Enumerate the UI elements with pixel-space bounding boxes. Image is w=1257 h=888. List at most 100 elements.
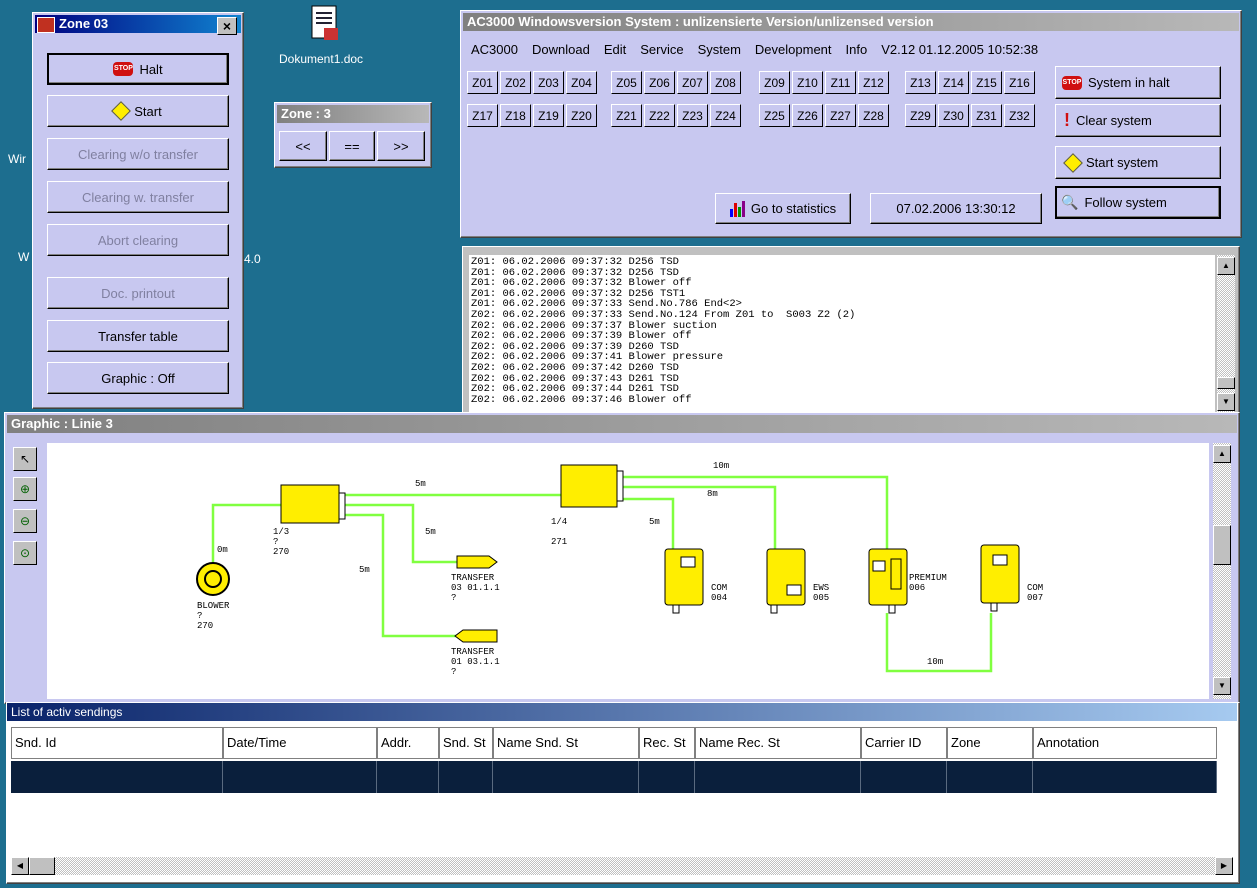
menu-ac3000[interactable]: AC3000 (471, 42, 518, 57)
scroll-down-icon[interactable]: ▼ (1213, 677, 1231, 695)
graphic-scrollbar[interactable] (1213, 443, 1231, 699)
scroll-thumb[interactable] (29, 857, 55, 875)
clearing-wo-transfer-button[interactable]: Clearing w/o transfer (47, 138, 229, 170)
scroll-up-icon[interactable]: ▲ (1213, 445, 1231, 463)
desktop-icon-document[interactable] (310, 4, 340, 44)
zone-button-z30[interactable]: Z30 (938, 104, 969, 127)
zone-button-z19[interactable]: Z19 (533, 104, 564, 127)
zone-prev-button[interactable]: << (279, 131, 327, 161)
version-text: V2.12 01.12.2005 10:52:38 (881, 42, 1039, 57)
close-icon[interactable]: × (217, 17, 237, 35)
diverter-label: 1/3 ? 270 (273, 527, 290, 557)
zone-button-z20[interactable]: Z20 (566, 104, 597, 127)
zone-button-z22[interactable]: Z22 (644, 104, 675, 127)
log-scrollbar[interactable] (1217, 255, 1235, 413)
column-header[interactable]: Name Rec. St (695, 727, 861, 759)
zone-button-z31[interactable]: Z31 (971, 104, 1002, 127)
scroll-thumb[interactable] (1213, 525, 1231, 565)
log-line: Z02: 06.02.2006 09:37:46 Blower off (471, 393, 692, 406)
start-system-button[interactable]: Start system (1055, 146, 1221, 179)
hscrollbar[interactable] (11, 857, 1231, 875)
abort-clearing-label: Abort clearing (97, 232, 179, 248)
main-window-titlebar[interactable]: AC3000 Windowsversion System : unlizensi… (463, 13, 1239, 31)
zone-button-z18[interactable]: Z18 (500, 104, 531, 127)
zone-button-z26[interactable]: Z26 (792, 104, 823, 127)
scroll-thumb[interactable] (1217, 377, 1235, 389)
zone-button-z07[interactable]: Z07 (677, 71, 708, 94)
zone-button-z15[interactable]: Z15 (971, 71, 1002, 94)
zone-button-z09[interactable]: Z09 (759, 71, 790, 94)
pointer-tool-icon[interactable]: ↖ (13, 447, 37, 471)
menu-system[interactable]: System (698, 42, 741, 57)
column-header[interactable]: Carrier ID (861, 727, 947, 759)
halt-button[interactable]: STOP Halt (47, 53, 229, 85)
column-header[interactable]: Annotation (1033, 727, 1217, 759)
scroll-up-icon[interactable]: ▲ (1217, 257, 1235, 275)
zone-button-z25[interactable]: Z25 (759, 104, 790, 127)
column-header[interactable]: Snd. St (439, 727, 493, 759)
zone-button-z01[interactable]: Z01 (467, 71, 498, 94)
scroll-left-icon[interactable]: ◀ (11, 857, 29, 875)
zoom-out-icon[interactable]: ⊖ (13, 509, 37, 533)
zoom-fit-icon[interactable]: ⊙ (13, 541, 37, 565)
zone-button-z05[interactable]: Z05 (611, 71, 642, 94)
graphic-canvas[interactable]: BLOWER ? 270 0m 1/3 ? 270 1/4 271 TRANSF… (47, 443, 1209, 699)
magnifier-icon: 🔍 (1061, 194, 1079, 210)
zone-button-z21[interactable]: Z21 (611, 104, 642, 127)
zone-panel-titlebar[interactable]: Zone 03 (35, 15, 241, 33)
zone-nav-titlebar[interactable]: Zone : 3 (277, 105, 429, 123)
clear-system-button[interactable]: ! Clear system (1055, 104, 1221, 137)
zone-button-z17[interactable]: Z17 (467, 104, 498, 127)
zone-button-z27[interactable]: Z27 (825, 104, 856, 127)
graphic-titlebar[interactable]: Graphic : Linie 3 (7, 415, 1237, 433)
transfer-table-button[interactable]: Transfer table (47, 320, 229, 352)
column-header[interactable]: Snd. Id (11, 727, 223, 759)
go-statistics-button[interactable]: Go to statistics (715, 193, 851, 224)
menu-service[interactable]: Service (640, 42, 683, 57)
desktop-icon-label: Dokument1.doc (279, 52, 364, 66)
abort-clearing-button[interactable]: Abort clearing (47, 224, 229, 256)
pipe-length-label: 5m (359, 565, 370, 575)
zone-button-z13[interactable]: Z13 (905, 71, 936, 94)
zone-button-z12[interactable]: Z12 (858, 71, 889, 94)
zone-button-z06[interactable]: Z06 (644, 71, 675, 94)
menu-info[interactable]: Info (846, 42, 868, 57)
zone-button-z14[interactable]: Z14 (938, 71, 969, 94)
zone-button-z02[interactable]: Z02 (500, 71, 531, 94)
zone-button-z28[interactable]: Z28 (858, 104, 889, 127)
follow-system-button[interactable]: 🔍 Follow system (1055, 186, 1221, 219)
zone-button-z10[interactable]: Z10 (792, 71, 823, 94)
zone-button-z32[interactable]: Z32 (1004, 104, 1035, 127)
pipe-length-label: 5m (649, 517, 660, 527)
scroll-right-icon[interactable]: ▶ (1215, 857, 1233, 875)
zone-button-z24[interactable]: Z24 (710, 104, 741, 127)
column-header[interactable]: Date/Time (223, 727, 377, 759)
zoom-in-icon[interactable]: ⊕ (13, 477, 37, 501)
sendings-title: List of activ sendings (11, 705, 123, 719)
table-row[interactable] (11, 761, 1217, 793)
graphic-toggle-button[interactable]: Graphic : Off (47, 362, 229, 394)
zone-eq-label: == (344, 138, 360, 154)
zone-eq-button[interactable]: == (329, 131, 375, 161)
zone-button-z03[interactable]: Z03 (533, 71, 564, 94)
zone-button-z08[interactable]: Z08 (710, 71, 741, 94)
menu-download[interactable]: Download (532, 42, 590, 57)
menu-development[interactable]: Development (755, 42, 832, 57)
zone-button-z04[interactable]: Z04 (566, 71, 597, 94)
pipe (619, 485, 777, 551)
doc-printout-button[interactable]: Doc. printout (47, 277, 229, 309)
menu-edit[interactable]: Edit (604, 42, 626, 57)
clearing-w-transfer-button[interactable]: Clearing w. transfer (47, 181, 229, 213)
column-header[interactable]: Rec. St (639, 727, 695, 759)
column-header[interactable]: Zone (947, 727, 1033, 759)
zone-button-z11[interactable]: Z11 (825, 71, 856, 94)
zone-button-z29[interactable]: Z29 (905, 104, 936, 127)
system-halt-button[interactable]: STOP System in halt (1055, 66, 1221, 99)
zone-next-button[interactable]: >> (377, 131, 425, 161)
zone-button-z16[interactable]: Z16 (1004, 71, 1035, 94)
scroll-down-icon[interactable]: ▼ (1217, 393, 1235, 411)
start-button[interactable]: Start (47, 95, 229, 127)
column-header[interactable]: Addr. (377, 727, 439, 759)
column-header[interactable]: Name Snd. St (493, 727, 639, 759)
zone-button-z23[interactable]: Z23 (677, 104, 708, 127)
